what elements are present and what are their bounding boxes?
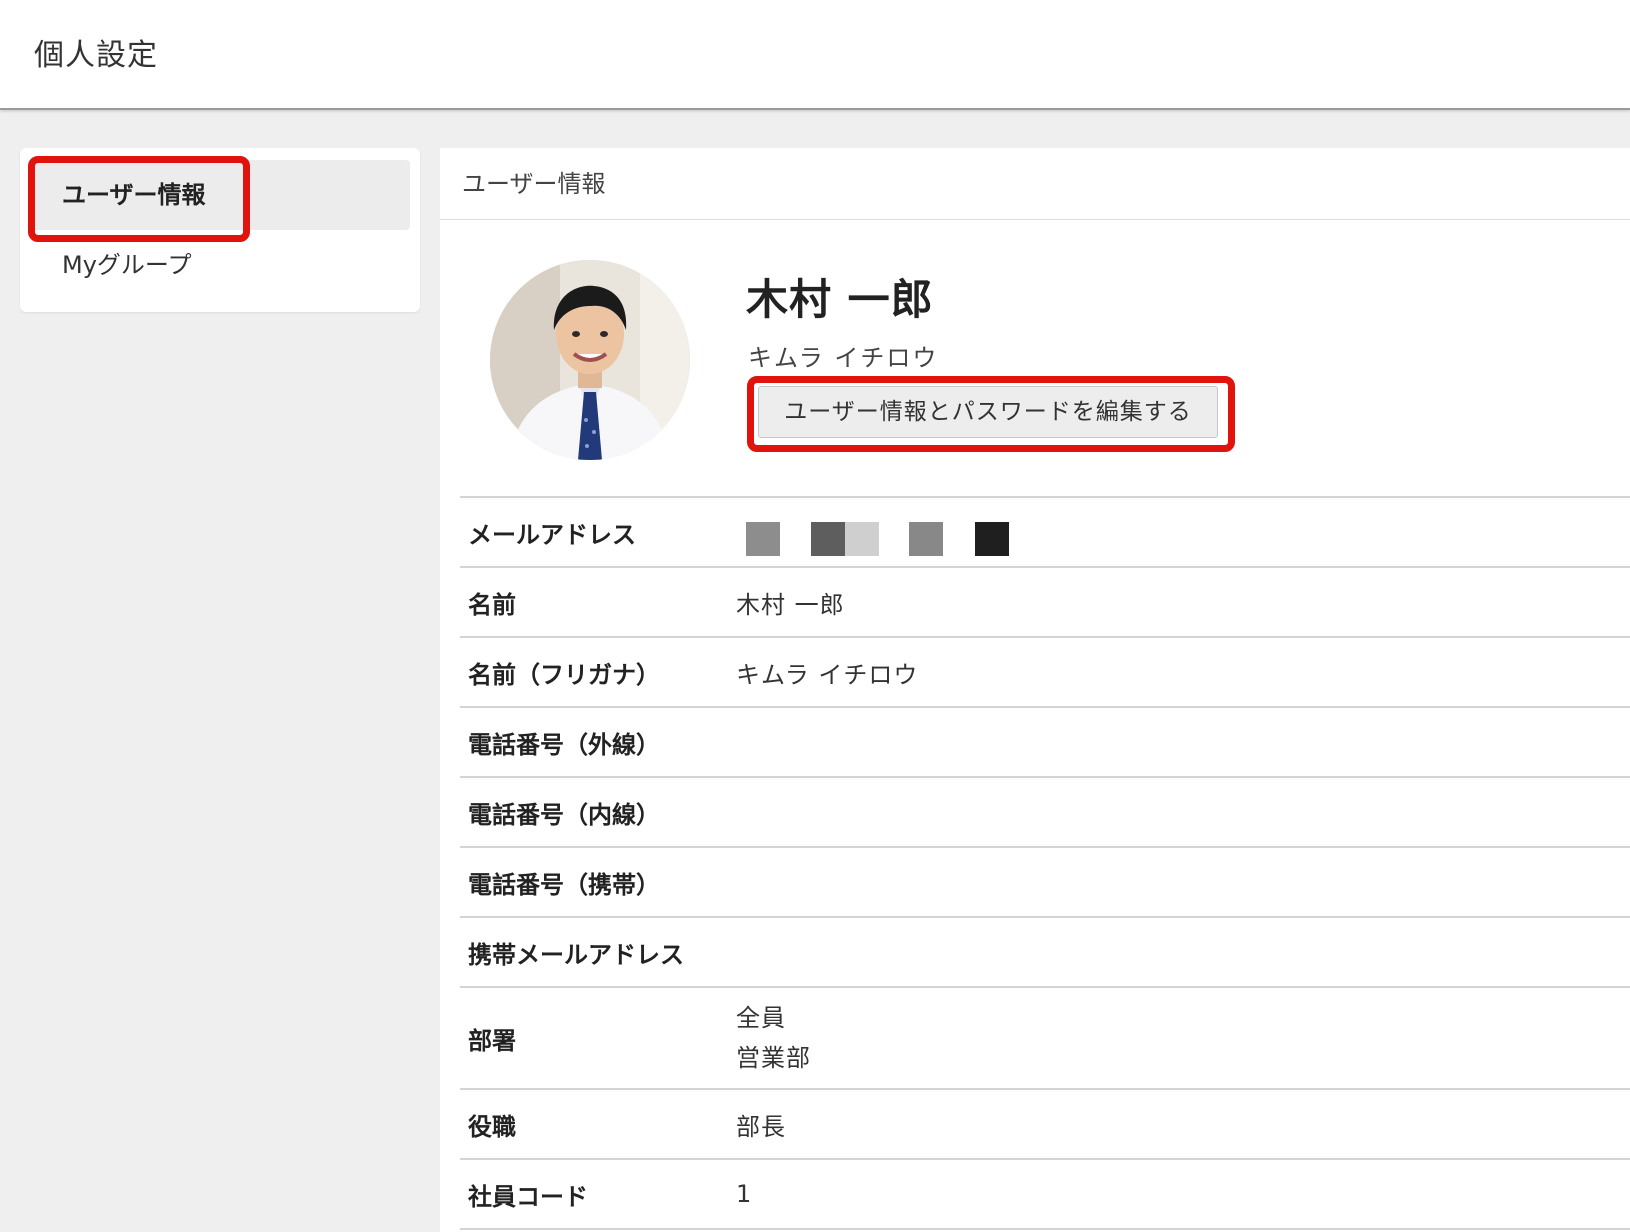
row-label: メールアドレス: [468, 520, 636, 549]
user-name: 木村 一郎: [746, 275, 934, 324]
sidebar-item-user-info[interactable]: ユーザー情報: [30, 160, 410, 230]
table-row-name: 名前 木村 一郎: [460, 568, 1630, 638]
sidebar: ユーザー情報 Myグループ: [20, 148, 420, 312]
row-label: 部署: [468, 1026, 516, 1055]
department-item: 営業部: [736, 1044, 811, 1072]
user-name-kana: キムラ イチロウ: [748, 344, 939, 372]
avatar-photo: [490, 260, 690, 460]
row-label: 名前（フリガナ）: [468, 660, 660, 689]
mask-block: [811, 522, 845, 556]
row-label: 電話番号（携帯）: [468, 870, 660, 899]
edit-user-info-button[interactable]: ユーザー情報とパスワードを編集する: [758, 386, 1218, 438]
table-row-phone-internal: 電話番号（内線）: [460, 778, 1630, 848]
row-value: 部長: [736, 1112, 786, 1141]
row-value: 1: [736, 1180, 753, 1208]
row-label: 電話番号（外線）: [468, 730, 660, 759]
panel-title: ユーザー情報: [440, 148, 1630, 220]
table-row-department: 部署 全員 営業部: [460, 988, 1630, 1090]
row-label: 社員コード: [468, 1182, 588, 1211]
row-label: 電話番号（内線）: [468, 800, 660, 829]
mask-block: [746, 522, 780, 556]
department-item: 全員: [736, 1004, 786, 1032]
row-label: 名前: [468, 590, 516, 619]
table-row-phone-external: 電話番号（外線）: [460, 708, 1630, 778]
table-row-mobile-email: 携帯メールアドレス: [460, 918, 1630, 988]
sidebar-item-my-group[interactable]: Myグループ: [30, 230, 410, 300]
mask-block: [909, 522, 943, 556]
row-value: 全員 営業部: [736, 988, 811, 1088]
user-info-panel: ユーザー情報 木村 一郎 キムラ イチロウ ユーザー情報とパスワードを編集する …: [440, 148, 1630, 1232]
row-value: 木村 一郎: [736, 590, 845, 619]
user-info-table: メールアドレス 名前 木村 一郎 名前（フリガナ） キムラ イチロウ 電話番号（…: [460, 496, 1630, 1230]
row-label: 携帯メールアドレス: [468, 940, 684, 969]
row-value: キムラ イチロウ: [736, 660, 919, 689]
mask-block: [975, 522, 1009, 556]
table-row-email: メールアドレス: [460, 498, 1630, 568]
table-row-employee-code: 社員コード 1: [460, 1160, 1630, 1230]
mask-block: [845, 522, 879, 556]
row-label: 役職: [468, 1112, 516, 1141]
top-bar: 個人設定: [0, 0, 1630, 110]
table-row-position: 役職 部長: [460, 1090, 1630, 1160]
table-row-phone-mobile: 電話番号（携帯）: [460, 848, 1630, 918]
table-row-name-kana: 名前（フリガナ） キムラ イチロウ: [460, 638, 1630, 708]
page-title: 個人設定: [34, 38, 158, 73]
avatar: [490, 260, 690, 460]
